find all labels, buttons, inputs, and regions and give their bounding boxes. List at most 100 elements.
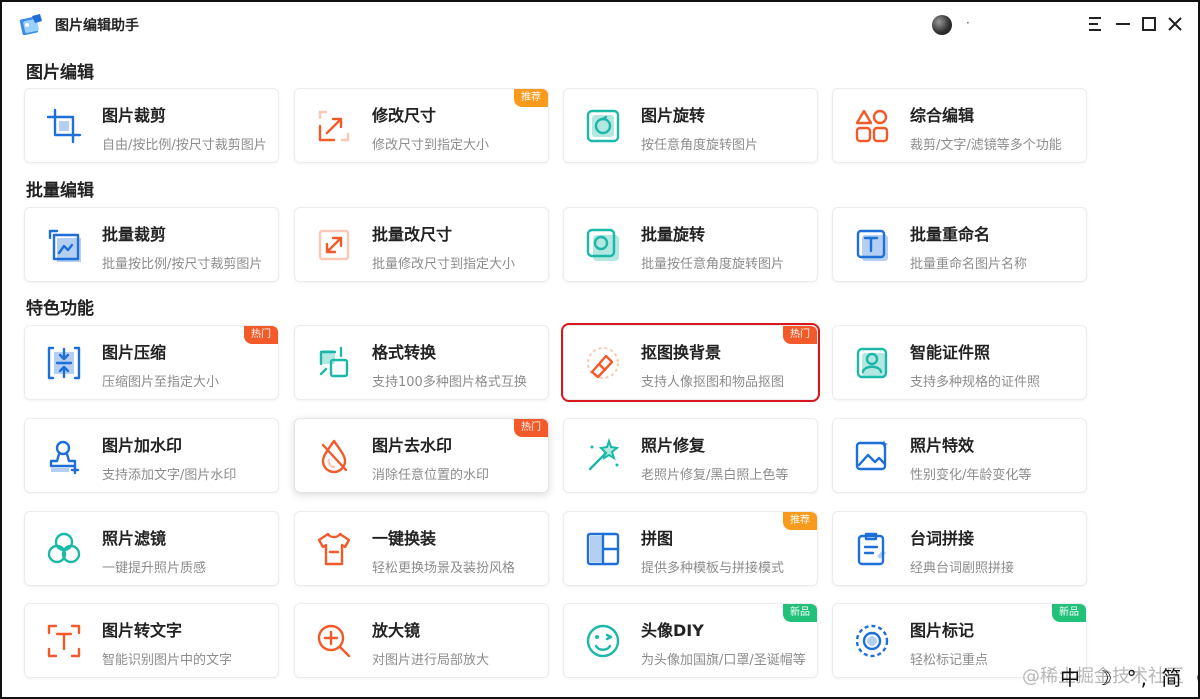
tool-card-avatar-diy[interactable]: 头像DIY 为头像加国旗/口罩/圣诞帽等 新品 <box>563 603 818 678</box>
tool-card-description: 支持添加文字/图片水印 <box>102 468 237 483</box>
tool-card-title: 综合编辑 <box>910 106 975 125</box>
tool-card-collage[interactable]: 拼图 提供多种模板与拼接模式 推荐 <box>563 511 818 586</box>
app-logo-icon <box>19 14 42 36</box>
collage-icon <box>586 532 620 566</box>
tool-card-badge: 推荐 <box>514 89 548 107</box>
tool-card-description: 轻松更换场景及装扮风格 <box>372 561 516 576</box>
tool-card-title: 批量重命名 <box>910 225 991 244</box>
tool-card-description: 对图片进行局部放大 <box>372 653 490 668</box>
tool-card-title: 照片修复 <box>641 436 706 455</box>
batch-resize-icon <box>318 229 350 261</box>
tool-card-description: 老照片修复/黑白照上色等 <box>641 468 789 483</box>
tool-card-description: 性别变化/年龄变化等 <box>910 468 1032 483</box>
tool-card-description: 批量修改尺寸到指定大小 <box>372 257 516 272</box>
tool-card-title: 批量旋转 <box>641 225 706 244</box>
section-title-feature: 特色功能 <box>26 299 94 319</box>
tool-card-badge: 推荐 <box>783 512 817 530</box>
tool-card-title: 修改尺寸 <box>372 106 437 125</box>
tool-card-description: 批量按比例/按尺寸裁剪图片 <box>102 257 263 272</box>
tool-card-description: 批量重命名图片名称 <box>910 257 1028 272</box>
tool-card-subtitle[interactable]: 台词拼接 经典台词剧照拼接 <box>832 511 1087 586</box>
shirt-icon <box>317 532 351 566</box>
photo-effect-icon <box>855 440 888 471</box>
maximize-icon[interactable] <box>1138 13 1160 35</box>
tool-card-ocr[interactable]: 图片转文字 智能识别图片中的文字 <box>24 603 279 678</box>
tool-card-title: 抠图换背景 <box>641 343 722 362</box>
id-photo-icon <box>856 347 888 379</box>
rotate-icon <box>586 109 620 143</box>
user-avatar[interactable] <box>932 15 952 35</box>
drop-slash-icon <box>321 439 348 474</box>
app-title: 图片编辑助手 <box>55 18 139 34</box>
tool-card-compress[interactable]: 图片压缩 压缩图片至指定大小 热门 <box>24 325 279 400</box>
tool-card-description: 支持人像抠图和物品抠图 <box>641 375 785 390</box>
title-bar: 图片编辑助手 · <box>2 2 1198 48</box>
stamp-icon <box>49 440 80 475</box>
app-window: 图片编辑助手 · 图片编辑 批量编辑 特色功能 图片裁剪自由/按比例/按尺寸裁剪… <box>0 0 1200 699</box>
compress-icon <box>47 346 81 380</box>
tool-card-title: 图片裁剪 <box>102 106 167 125</box>
tool-card-badge: 新品 <box>1052 604 1086 622</box>
tool-card-description: 消除任意位置的水印 <box>372 468 490 483</box>
tool-card-description: 压缩图片至指定大小 <box>102 375 220 390</box>
tool-card-id-photo[interactable]: 智能证件照 支持多种规格的证件照 <box>832 325 1087 400</box>
resize-icon <box>318 110 350 142</box>
close-icon[interactable] <box>1164 13 1186 35</box>
tool-card-repair[interactable]: 照片修复老照片修复/黑白照上色等 <box>563 418 818 493</box>
ime-status-bar[interactable]: 中 ☽ °, 简 ☺ <box>1060 662 1200 691</box>
user-name[interactable]: · <box>966 16 970 30</box>
section-title-edit: 图片编辑 <box>26 63 94 83</box>
menu-icon[interactable] <box>1084 13 1106 35</box>
tool-card-combo[interactable]: 综合编辑裁剪/文字/滤镜等多个功能 <box>832 88 1087 163</box>
tool-card-magnifier[interactable]: 放大镜对图片进行局部放大 <box>294 603 549 678</box>
tool-card-description: 修改尺寸到指定大小 <box>372 138 490 153</box>
tool-card-title: 一键换装 <box>372 529 437 548</box>
tool-card-title: 放大镜 <box>372 621 421 640</box>
tool-card-batch-resize[interactable]: 批量改尺寸批量修改尺寸到指定大小 <box>294 207 549 282</box>
tool-card-description: 智能识别图片中的文字 <box>102 653 233 668</box>
crop-icon <box>46 108 82 144</box>
tool-card-description: 为头像加国旗/口罩/圣诞帽等 <box>641 653 806 668</box>
tool-card-title: 批量改尺寸 <box>372 225 453 244</box>
tool-card-description: 轻松标记重点 <box>910 653 989 668</box>
tool-card-convert[interactable]: 格式转换支持100多种图片格式互换 <box>294 325 549 400</box>
tool-card-title: 照片滤镜 <box>102 529 167 548</box>
tool-card-badge: 热门 <box>783 326 817 344</box>
target-icon <box>855 624 889 658</box>
tool-card-description: 一键提升照片质感 <box>102 561 207 576</box>
batch-crop-icon <box>48 229 81 262</box>
tool-card-matting[interactable]: 抠图换背景支持人像抠图和物品抠图 热门 <box>563 325 818 400</box>
convert-icon <box>319 346 349 378</box>
ocr-icon <box>47 624 81 658</box>
shapes-icon <box>855 109 889 143</box>
tool-card-title: 图片去水印 <box>372 436 453 455</box>
eraser-icon <box>587 347 619 379</box>
rename-icon <box>856 229 888 261</box>
filter-icon <box>47 532 81 564</box>
tool-card-rotate[interactable]: 图片旋转 按任意角度旋转图片 <box>563 88 818 163</box>
tool-card-title: 图片压缩 <box>102 343 167 362</box>
tool-card-description: 自由/按比例/按尺寸裁剪图片 <box>102 138 267 153</box>
minimize-icon[interactable] <box>1112 13 1134 35</box>
section-title-batch: 批量编辑 <box>26 181 94 201</box>
tool-card-effects[interactable]: 照片特效性别变化/年龄变化等 <box>832 418 1087 493</box>
tool-card-batch-rotate[interactable]: 批量旋转 批量按任意角度旋转图片 <box>563 207 818 282</box>
tool-card-badge: 新品 <box>783 604 817 622</box>
tool-card-resize[interactable]: 修改尺寸修改尺寸到指定大小 推荐 <box>294 88 549 163</box>
tool-card-description: 提供多种模板与拼接模式 <box>641 561 785 576</box>
tool-card-title: 智能证件照 <box>910 343 991 362</box>
magnifier-icon <box>317 624 351 658</box>
tool-card-title: 照片特效 <box>910 436 975 455</box>
tool-card-filter[interactable]: 照片滤镜一键提升照片质感 <box>24 511 279 586</box>
tool-card-remove-watermark[interactable]: 图片去水印 消除任意位置的水印 热门 <box>294 418 549 493</box>
tool-card-title: 头像DIY <box>641 621 704 640</box>
tool-card-outfit[interactable]: 一键换装轻松更换场景及装扮风格 <box>294 511 549 586</box>
tool-card-crop[interactable]: 图片裁剪自由/按比例/按尺寸裁剪图片 <box>24 88 279 163</box>
tool-card-batch-rename[interactable]: 批量重命名批量重命名图片名称 <box>832 207 1087 282</box>
tool-card-description: 支持100多种图片格式互换 <box>372 375 527 390</box>
tool-card-title: 格式转换 <box>372 343 437 362</box>
tool-card-description: 裁剪/文字/滤镜等多个功能 <box>910 138 1062 153</box>
tool-card-title: 批量裁剪 <box>102 225 167 244</box>
tool-card-batch-crop[interactable]: 批量裁剪批量按比例/按尺寸裁剪图片 <box>24 207 279 282</box>
tool-card-add-watermark[interactable]: 图片加水印 支持添加文字/图片水印 <box>24 418 279 493</box>
